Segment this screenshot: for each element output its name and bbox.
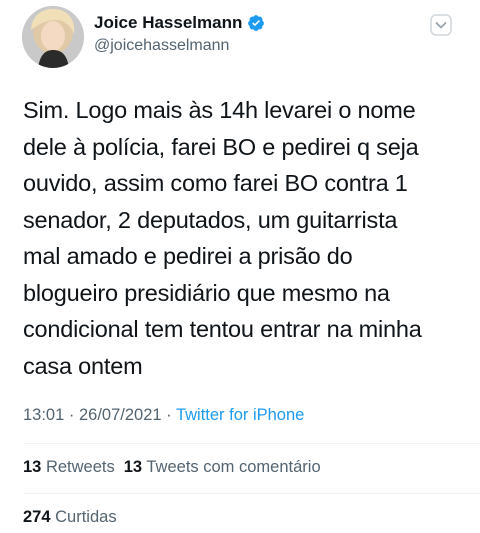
- chevron-down-icon[interactable]: [430, 14, 452, 36]
- tweet-text-line: mal amado e pedirei a prisão do: [23, 243, 353, 269]
- quote-tweets-stat[interactable]: 13 Tweets com comentário: [124, 458, 321, 476]
- tweet-meta: 13:01 · 26/07/2021 · Twitter for iPhone: [23, 406, 304, 425]
- display-name[interactable]: Joice Hasselmann: [94, 13, 242, 33]
- tweet-text-line: condicional tem tentou entrar na minha: [23, 316, 422, 342]
- quote-tweets-count: 13: [123, 458, 143, 476]
- quote-tweets-label: Tweets com comentário: [146, 458, 321, 476]
- verified-badge-icon: [247, 14, 265, 32]
- meta-separator: ·: [161, 406, 176, 424]
- tweet-text: Sim. Logo mais às 14h levarei o nome del…: [23, 92, 463, 384]
- engagement-row: 13 Retweets 13 Tweets com comentário: [23, 458, 321, 477]
- meta-separator: ·: [64, 406, 79, 424]
- retweets-stat[interactable]: 13 Retweets: [23, 458, 115, 476]
- likes-stat[interactable]: 274 Curtidas: [23, 508, 117, 526]
- likes-row: 274 Curtidas: [23, 508, 117, 527]
- divider: [23, 443, 480, 444]
- avatar-image: [22, 6, 84, 68]
- tweet-date[interactable]: 26/07/2021: [79, 406, 162, 424]
- tweet-time[interactable]: 13:01: [23, 406, 64, 424]
- tweet-text-line: ouvido, assim como farei BO contra 1: [23, 170, 408, 196]
- tweet-text-line: Sim. Logo mais às 14h levarei o nome: [23, 97, 416, 123]
- likes-count: 274: [23, 508, 51, 526]
- tweet-text-line: blogueiro presidiário que mesmo na: [23, 279, 390, 306]
- retweets-count: 13: [23, 458, 42, 476]
- author-handle[interactable]: @joicehasselmann: [94, 37, 265, 55]
- tweet-header: Joice Hasselmann @joicehasselmann: [22, 4, 462, 68]
- avatar[interactable]: [22, 6, 84, 68]
- divider: [23, 493, 480, 494]
- author-info: Joice Hasselmann @joicehasselmann: [94, 12, 265, 55]
- tweet-card: Joice Hasselmann @joicehasselmann Sim. L…: [0, 0, 480, 533]
- tweet-text-line: dele à polícia, farei BO e pedirei q sej…: [23, 133, 419, 160]
- display-name-row: Joice Hasselmann: [94, 12, 265, 34]
- likes-label: Curtidas: [55, 508, 117, 526]
- tweet-source-link[interactable]: Twitter for iPhone: [176, 406, 304, 424]
- tweet-text-line: senador, 2 deputados, um guitarrista: [23, 206, 398, 233]
- tweet-text-line: casa ontem: [23, 352, 143, 379]
- retweets-label: Retweets: [45, 458, 115, 476]
